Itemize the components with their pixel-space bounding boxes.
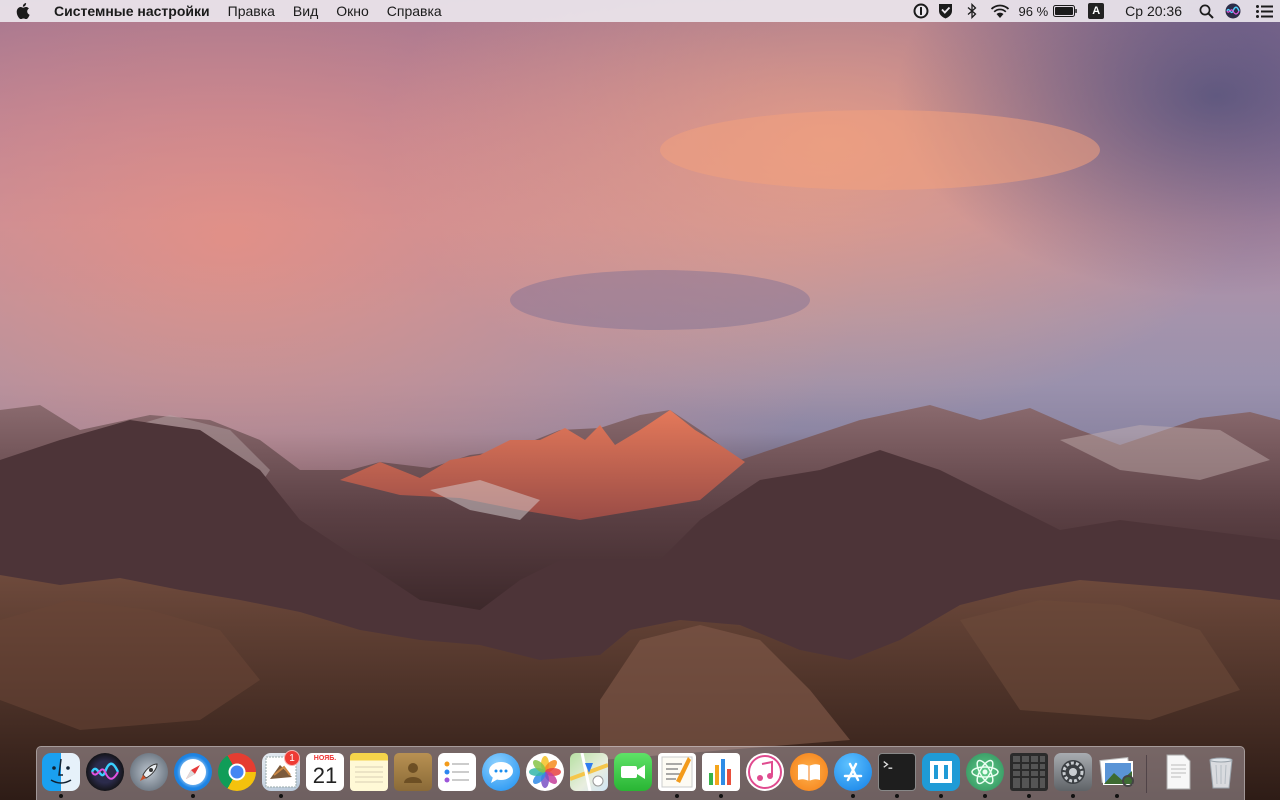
maps-icon	[570, 753, 608, 791]
preview-photos-icon	[1099, 757, 1134, 787]
dock-app-store[interactable]	[834, 753, 872, 791]
tower-git-icon	[930, 761, 952, 783]
security-shield-icon[interactable]	[933, 0, 959, 22]
dock-reminders[interactable]	[438, 753, 476, 791]
dock-chrome[interactable]	[218, 753, 256, 791]
facetime-camera-icon	[621, 765, 645, 779]
system-preferences-running-indicator	[1071, 794, 1075, 798]
app-store-icon	[843, 762, 863, 782]
atom-running-indicator	[983, 794, 987, 798]
mail-running-indicator	[279, 794, 283, 798]
battery-percent: 96 %	[1018, 3, 1049, 19]
dock-trash[interactable]	[1202, 753, 1240, 791]
input-source-badge: A	[1088, 3, 1105, 19]
battery-icon	[1053, 5, 1077, 17]
dock-ibooks[interactable]	[790, 753, 828, 791]
atom-icon	[971, 759, 999, 785]
pages-running-indicator	[675, 794, 679, 798]
calendar-month: НОЯБ.	[313, 755, 337, 762]
dock-contacts[interactable]	[394, 753, 432, 791]
menu-edit[interactable]: Правка	[219, 3, 284, 19]
battery-status[interactable]: 96 %	[1015, 0, 1078, 22]
activity-monitor-running-indicator	[1027, 794, 1031, 798]
dock: НОЯБ. 21	[36, 746, 1245, 800]
compass-icon	[180, 759, 206, 785]
app-menu-system-preferences[interactable]: Системные настройки	[46, 3, 219, 19]
dock-notes[interactable]	[350, 753, 388, 791]
gear-icon	[1061, 760, 1085, 784]
reminders-icon	[444, 761, 469, 783]
app-store-running-indicator	[851, 794, 855, 798]
dock-activity-monitor[interactable]	[1010, 753, 1048, 791]
dock-preview[interactable]	[1098, 753, 1136, 791]
password-manager-icon[interactable]	[909, 0, 933, 22]
dock-system-preferences[interactable]	[1054, 753, 1092, 791]
mountain-landscape	[0, 0, 1280, 800]
rocket-icon	[140, 763, 158, 781]
dock-facetime[interactable]	[614, 753, 652, 791]
music-note-icon	[748, 755, 782, 789]
finder-icon	[50, 758, 72, 784]
menu-window[interactable]: Окно	[327, 3, 378, 19]
apple-logo-icon[interactable]	[0, 0, 46, 22]
menu-bar: Системные настройки Правка Вид Окно Спра…	[0, 0, 1280, 22]
terminal-running-indicator	[895, 794, 899, 798]
desktop-wallpaper	[0, 0, 1280, 800]
menubar-clock[interactable]: Ср 20:36	[1115, 3, 1194, 19]
photos-flower-icon	[529, 756, 561, 788]
dock-numbers[interactable]	[702, 753, 740, 791]
book-icon	[798, 764, 820, 781]
dock-maps[interactable]	[570, 753, 608, 791]
dock-finder[interactable]	[42, 753, 80, 791]
dock-tower[interactable]	[922, 753, 960, 791]
dock-separator	[1146, 755, 1147, 793]
dock-terminal[interactable]	[878, 753, 916, 791]
dock-launchpad[interactable]	[130, 753, 168, 791]
finder-running-indicator	[59, 794, 63, 798]
tower-running-indicator	[939, 794, 943, 798]
trash-icon	[1209, 757, 1233, 789]
pages-icon	[661, 756, 693, 788]
activity-monitor-icon	[1013, 756, 1045, 788]
chrome-icon	[228, 763, 246, 781]
bluetooth-icon[interactable]	[959, 0, 985, 22]
siri-running-indicator	[191, 794, 195, 798]
dock-calendar[interactable]: НОЯБ. 21	[306, 753, 344, 791]
spotlight-search-icon[interactable]	[1194, 0, 1218, 22]
document-icon	[1166, 754, 1191, 790]
dock-pages[interactable]	[658, 753, 696, 791]
dock-itunes[interactable]	[746, 753, 784, 791]
dock-safari[interactable]	[174, 753, 212, 791]
menu-view[interactable]: Вид	[284, 3, 327, 19]
notes-icon	[355, 766, 383, 783]
dock-photos[interactable]	[526, 753, 564, 791]
siri-icon[interactable]	[1218, 0, 1248, 22]
dock-siri[interactable]	[86, 753, 124, 791]
notification-center-icon[interactable]	[1248, 0, 1280, 22]
numbers-running-indicator	[719, 794, 723, 798]
contacts-icon	[404, 763, 422, 783]
messages-icon	[489, 762, 513, 783]
mail-unread-badge: 1	[284, 750, 300, 766]
dock-pdf-document[interactable]	[1159, 753, 1197, 791]
dock-messages[interactable]	[482, 753, 520, 791]
preview-running-indicator	[1115, 794, 1119, 798]
dock-atom[interactable]	[966, 753, 1004, 791]
numbers-chart-icon	[709, 759, 731, 785]
input-source-menu[interactable]: A	[1077, 0, 1115, 22]
menu-help[interactable]: Справка	[378, 3, 451, 19]
calendar-day: 21	[312, 763, 338, 788]
terminal-prompt-icon	[883, 761, 893, 769]
wifi-icon[interactable]	[985, 0, 1015, 22]
siri-icon	[90, 762, 120, 780]
